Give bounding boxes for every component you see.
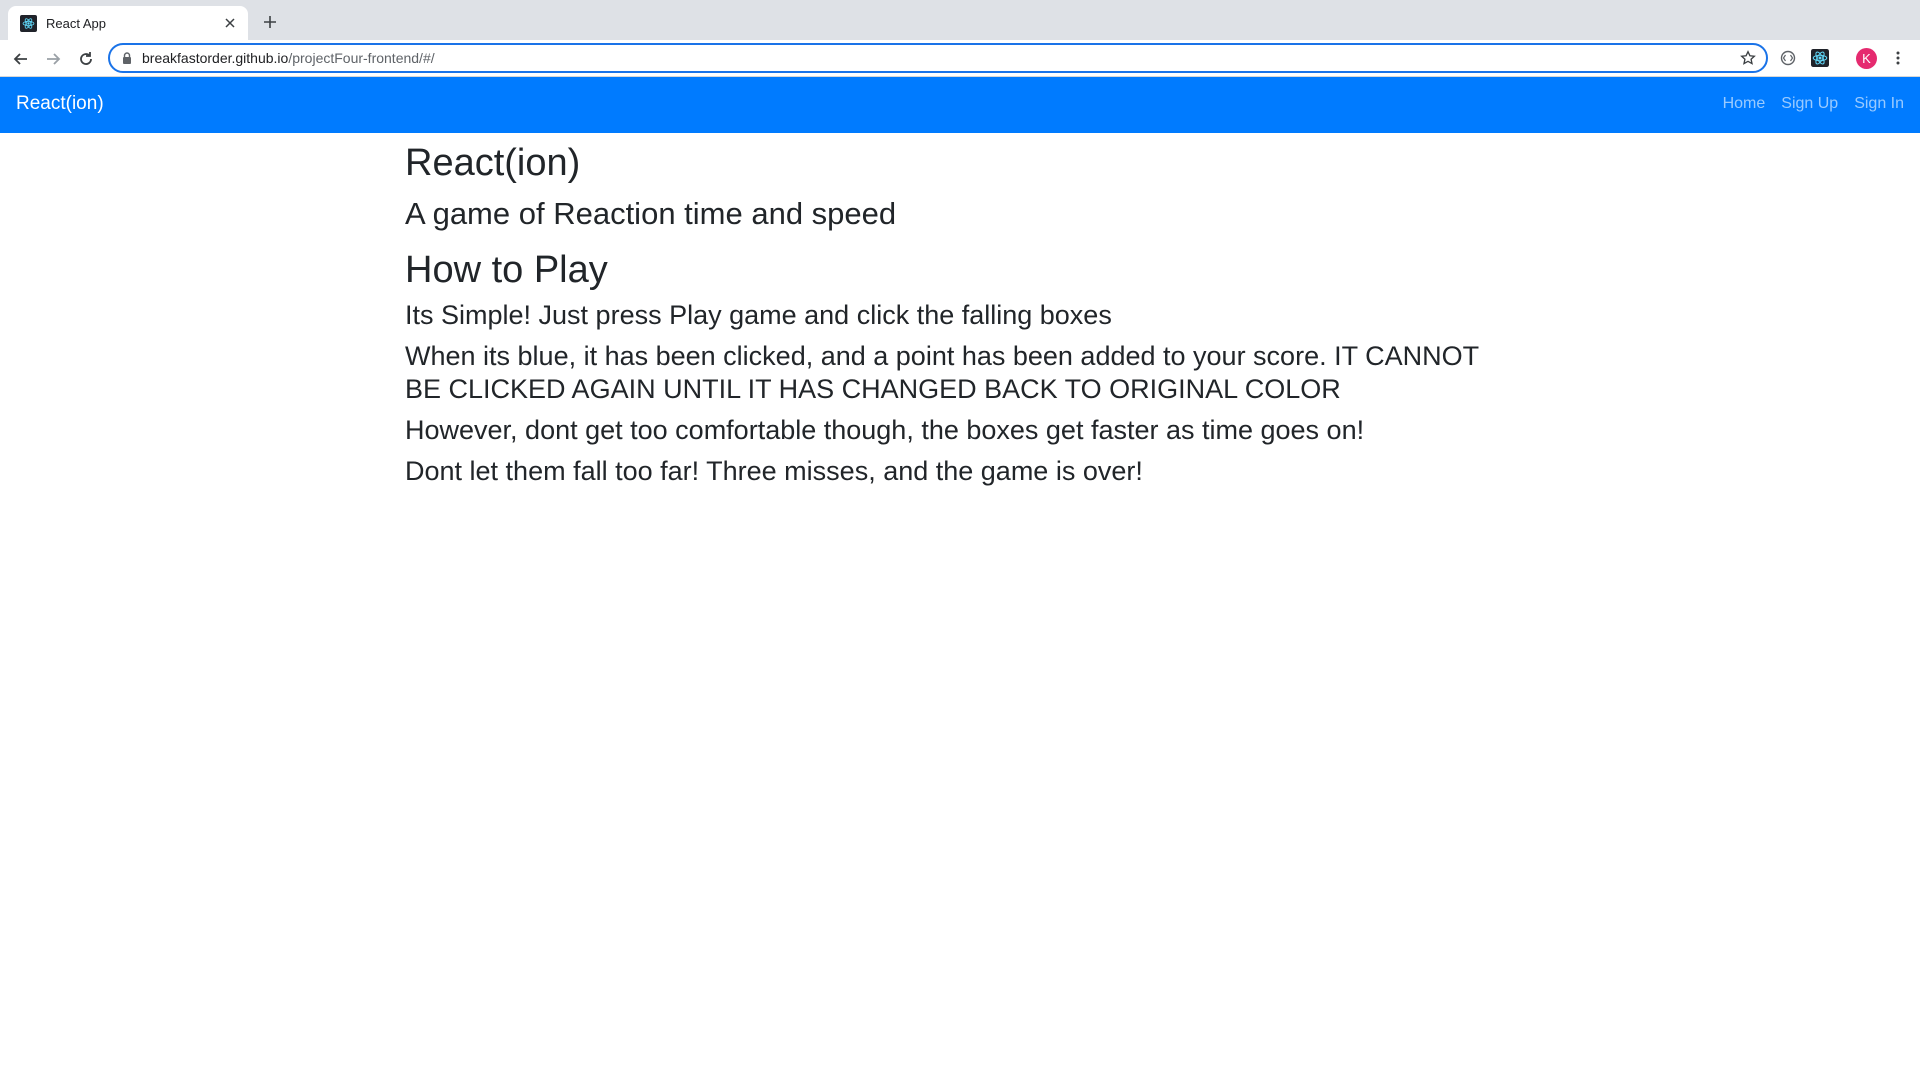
bookmark-star-icon[interactable] bbox=[1740, 50, 1756, 66]
instruction-line: Its Simple! Just press Play game and cli… bbox=[405, 300, 1112, 330]
browser-tab[interactable]: React App bbox=[8, 6, 248, 40]
tab-strip: React App bbox=[0, 0, 1920, 40]
back-arrow-icon[interactable] bbox=[10, 48, 32, 70]
how-to-play-heading: How to Play bbox=[405, 249, 608, 291]
react-favicon-icon bbox=[20, 14, 37, 32]
profile-avatar[interactable]: K bbox=[1856, 48, 1877, 69]
kebab-menu-icon[interactable] bbox=[1888, 48, 1908, 68]
reload-icon[interactable] bbox=[75, 48, 97, 70]
instruction-line: Dont let them fall too far! Three misses… bbox=[405, 456, 1143, 486]
site-navbar: React(ion) Home Sign Up Sign In bbox=[0, 77, 1920, 133]
url-path: /projectFour-frontend/#/ bbox=[288, 50, 435, 66]
react-devtools-icon[interactable] bbox=[1810, 48, 1830, 68]
page-subtitle: A game of Reaction time and speed bbox=[405, 196, 897, 231]
nav-link-sign-up[interactable]: Sign Up bbox=[1781, 95, 1838, 113]
nav-link-sign-in[interactable]: Sign In bbox=[1854, 95, 1904, 113]
address-bar[interactable]: breakfastorder.github.io/projectFour-fro… bbox=[108, 43, 1768, 73]
browser-toolbar: breakfastorder.github.io/projectFour-fro… bbox=[0, 40, 1920, 77]
close-icon[interactable] bbox=[221, 14, 239, 32]
main-content: React(ion) A game of Reaction time and s… bbox=[405, 133, 1515, 488]
new-tab-plus-icon[interactable] bbox=[260, 12, 280, 32]
instruction-line: However, dont get too comfortable though… bbox=[405, 415, 1365, 445]
url-text: breakfastorder.github.io/projectFour-fro… bbox=[142, 50, 435, 66]
url-host: breakfastorder.github.io bbox=[142, 50, 289, 66]
tab-title: React App bbox=[46, 15, 106, 31]
navbar-brand[interactable]: React(ion) bbox=[16, 93, 104, 115]
page-title: React(ion) bbox=[405, 142, 581, 184]
navbar-links: Home Sign Up Sign In bbox=[1723, 95, 1904, 113]
forward-arrow-icon[interactable] bbox=[42, 48, 64, 70]
extension-icon[interactable] bbox=[1778, 48, 1798, 68]
lock-icon bbox=[121, 51, 133, 65]
nav-link-home[interactable]: Home bbox=[1723, 95, 1766, 113]
browser-chrome: React App breakfastorder.github.io/proje… bbox=[0, 0, 1920, 77]
instruction-line: When its blue, it has been clicked, and … bbox=[405, 341, 1479, 404]
